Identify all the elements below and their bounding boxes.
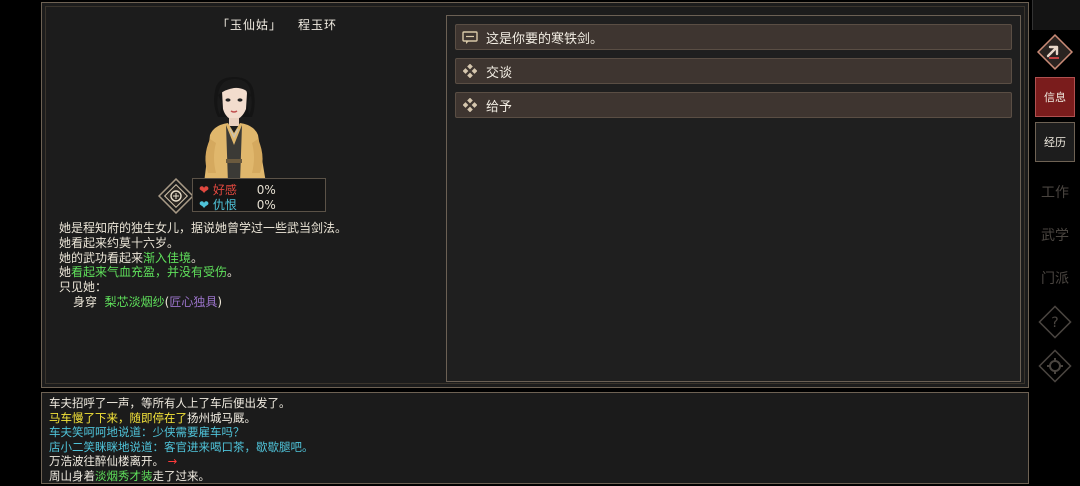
desc-line: 她的武功看起来渐入佳境。 (59, 251, 347, 266)
log-line: 周山身着淡烟秀才装走了过来。 (49, 469, 314, 484)
relationship-emblem-icon[interactable] (158, 178, 194, 214)
desc-text: 。 (227, 265, 240, 280)
tab-martial-arts[interactable]: 武学 (1035, 215, 1075, 255)
dialog-option-give-sword[interactable]: 这是你要的寒铁剑。 (455, 24, 1012, 50)
desc-line: 她看起来气血充盈，并没有受伤。 (59, 265, 347, 280)
tab-info[interactable]: 信息 (1035, 77, 1075, 117)
wear-label: 身穿 (73, 294, 98, 309)
back-arrow-icon[interactable] (1035, 32, 1075, 72)
log-line: 车夫招呼了一声，等所有人上了车后便出发了。 (49, 396, 291, 410)
exit-arrow-icon: → (167, 454, 178, 469)
settings-gear-icon[interactable] (1035, 346, 1075, 386)
chat-icon (461, 29, 479, 45)
desc-text: 她的武功看起来 (59, 250, 144, 265)
log-text: 走了过来。 (152, 468, 211, 483)
equipment-quality: 匠心独具 (169, 294, 218, 309)
tab-sect[interactable]: 门派 (1035, 258, 1075, 298)
affection-value: 0% (256, 183, 276, 197)
log-line: 万浩波往醉仙楼离开。 → (49, 454, 314, 469)
hatred-value: 0% (256, 198, 276, 212)
log-text: 周山身着 (49, 468, 95, 483)
npc-nickname: 「玉仙姑」 (216, 18, 282, 32)
relationship-box: ❤ 好感 0% ❤ 仇恨 0% (192, 178, 326, 212)
paren: ) (217, 294, 223, 309)
dialog-option-talk[interactable]: 交谈 (455, 58, 1012, 84)
npc-description: 她是程知府的独生女儿，据说她曾学过一些武当剑法。 她看起来约莫十六岁。 她的武功… (59, 221, 347, 310)
log-item-link[interactable]: 淡烟秀才装 (95, 469, 153, 483)
dialog-option-label: 给予 (486, 99, 513, 115)
log-line: 车夫笑呵呵地说道：少侠需要雇车吗？ (49, 425, 245, 440)
log-line: 马车慢了下来，随即停在了扬州城马厩。 (49, 411, 314, 426)
desc-line: 她是程知府的独生女儿，据说她曾学过一些武当剑法。 (59, 221, 348, 235)
log-text: 万浩波往醉仙楼离开。 (49, 454, 164, 469)
desc-text: 。 (191, 250, 204, 265)
tab-history[interactable]: 经历 (1035, 122, 1075, 162)
equipment-line: 身穿 梨芯淡烟纱(匠心独具) (59, 295, 347, 310)
desc-line: 她看起来约莫十六岁。 (59, 235, 180, 250)
log-line: 店小二笑眯眯地说道：客官进来喝口茶，歇歇腿吧。 (49, 439, 314, 454)
diamond-icon (461, 97, 479, 113)
help-icon[interactable]: ? (1035, 302, 1075, 342)
dialog-option-label: 这是你要的寒铁剑。 (486, 31, 604, 47)
dialog-option-label: 交谈 (486, 65, 513, 81)
hatred-label: 仇恨 (212, 198, 237, 212)
heart-icon: ❤ (199, 183, 210, 197)
blue-heart-icon: ❤ (199, 198, 210, 212)
dialog-options-panel: 这是你要的寒铁剑。 交谈 给予 (446, 15, 1021, 382)
npc-name: 程玉环 (298, 18, 338, 32)
equipment-item-link[interactable]: 梨芯淡烟纱 (105, 295, 165, 309)
hatred-row: ❤ 仇恨 0% (199, 196, 276, 213)
right-sidebar: 信息 经历 工作 武学 门派 ? (1032, 0, 1080, 486)
diamond-icon (461, 63, 479, 79)
dialog-option-give[interactable]: 给予 (455, 92, 1012, 118)
log-text: 马车慢了下来，随即停在了 (49, 410, 187, 425)
tab-work[interactable]: 工作 (1035, 172, 1075, 212)
npc-title: 「玉仙姑」 程玉环 (162, 16, 392, 33)
message-log: 车夫招呼了一声，等所有人上了车后便出发了。 马车慢了下来，随即停在了扬州城马厩。… (49, 396, 314, 484)
npc-portrait[interactable] (182, 73, 292, 183)
desc-line: 只见她： (59, 280, 108, 295)
message-log-panel[interactable]: 车夫招呼了一声，等所有人上了车后便出发了。 马车慢了下来，随即停在了扬州城马厩。… (41, 392, 1029, 484)
martial-level: 渐入佳境 (143, 250, 192, 265)
health-status: 看起来气血充盈，并没有受伤 (71, 265, 228, 280)
svg-text:?: ? (1051, 315, 1058, 331)
npc-info-panel: 「玉仙姑」 程玉环 ❤ 好感 0% ❤ 仇恨 0% 她是程知府的独生女儿，据说她… (41, 2, 1029, 388)
desc-text: 她 (59, 265, 72, 280)
log-text: 扬州城马厩。 (187, 410, 256, 425)
